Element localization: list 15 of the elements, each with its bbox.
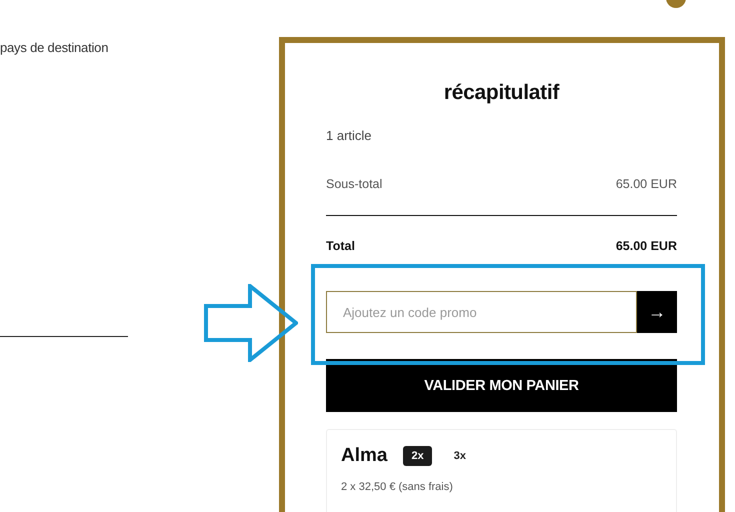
installment-text: 2 x 32,50 € (sans frais) (341, 481, 454, 493)
apply-promo-button[interactable]: → (637, 291, 677, 333)
total-value: 65.00 EUR (616, 239, 677, 253)
alma-logo: Alma (341, 445, 388, 467)
installment-option[interactable]: 2x (403, 446, 432, 466)
subtotal-label: Sous-total (326, 177, 382, 191)
subtotal-value: 65.00 EUR (616, 177, 677, 191)
arrow-icon (204, 284, 298, 362)
checkout-button[interactable]: VALIDER MON PANIER (326, 359, 677, 412)
promo-code-field[interactable]: Ajoutez un code promo (326, 291, 637, 333)
total-label: Total (326, 239, 355, 253)
destination-label: pays de destination (0, 40, 110, 55)
installment-option[interactable]: 3x (446, 446, 474, 466)
summary-title: récapitulatif (442, 81, 560, 105)
item-count: 1 article (326, 128, 373, 143)
